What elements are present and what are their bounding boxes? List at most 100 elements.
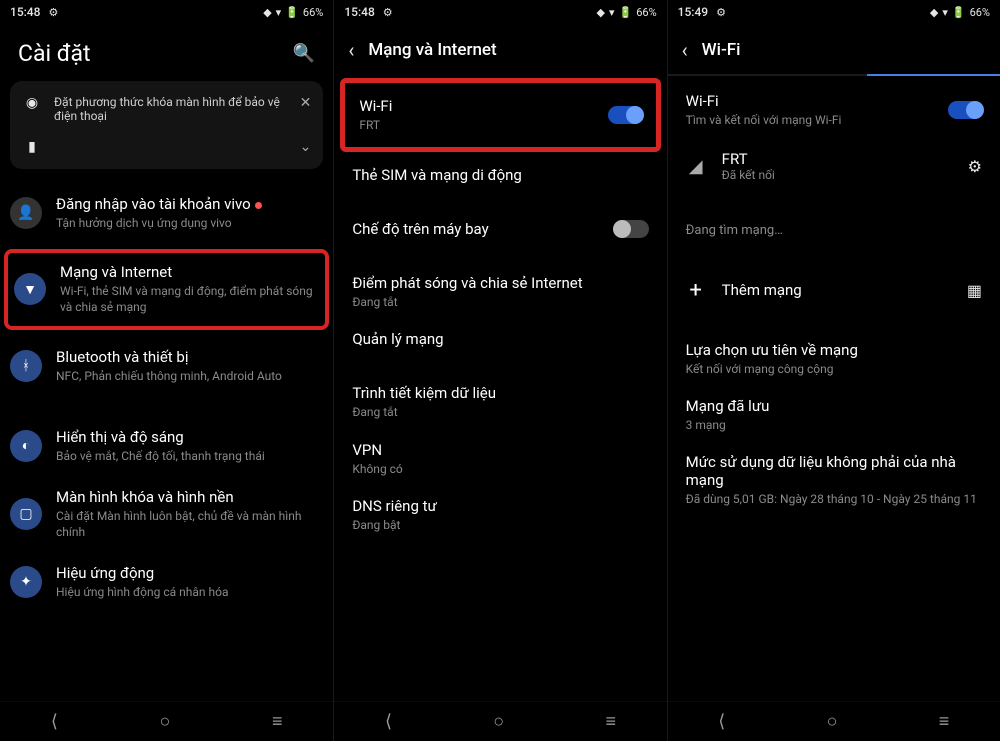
wifi-network-row[interactable]: ◢ FRT Đã kết nối ⚙ [668,138,1000,194]
vpn-title: VPN [352,441,648,459]
data-usage-row[interactable]: Mức sử dụng dữ liệu không phải của nhà m… [668,443,1000,517]
gear-icon[interactable]: ⚙ [968,157,982,176]
saved-sub: 3 mạng [686,417,982,433]
status-right: ◆ ▾ 🔋 66% [930,6,990,19]
close-icon[interactable]: ✕ [300,95,312,111]
display-item[interactable]: ◐ Hiển thị và độ sáng Bảo vệ mắt, Chế độ… [0,416,333,476]
network-icon: ◆ [597,6,605,19]
nav-bar: ⟨ ○ ≡ [334,701,666,741]
scan-progress [668,74,1000,76]
notification-dot [255,202,262,209]
security-card: ◉ Đặt phương thức khóa màn hình để bảo v… [10,81,323,169]
hotspot-row[interactable]: Điểm phát sóng và chia sẻ Internet Đang … [334,264,666,320]
network-icon: ◆ [930,6,938,19]
saved-networks-row[interactable]: Mạng đã lưu 3 mạng [668,387,1000,443]
nav-recent-icon[interactable]: ≡ [272,711,283,732]
airplane-row[interactable]: Chế độ trên máy bay [334,210,666,248]
lockscreen-icon: ▢ [10,498,42,530]
battery-icon: 🔋 [952,6,966,19]
qr-icon[interactable]: ▦ [967,281,982,300]
card-lock-row[interactable]: ◉ Đặt phương thức khóa màn hình để bảo v… [22,95,311,123]
card-lock-text: Đặt phương thức khóa màn hình để bảo vệ … [54,95,288,123]
bluetooth-icon: ᚼ [10,350,42,382]
wifi-row[interactable]: Wi-Fi FRT [340,78,660,152]
effects-icon: ✦ [10,566,42,598]
screen-header: ‹ Wi-Fi [668,24,1000,74]
network-internet-item[interactable]: ▼ Mạng và Internet Wi-Fi, thẻ SIM và mạn… [4,249,329,329]
wifi-network-status: Đã kết nối [722,168,952,182]
settings-content: Cài đặt 🔍 ◉ Đặt phương thức khóa màn hìn… [0,24,333,701]
wifi-content: ‹ Wi-Fi Wi-Fi Tìm và kết nối với mạng Wi… [668,24,1000,701]
wifi-toggle[interactable] [608,106,642,124]
nav-back-icon[interactable]: ⟨ [51,711,58,732]
bt-sub: NFC, Phản chiếu thông minh, Android Auto [56,368,319,384]
airplane-toggle[interactable] [615,220,649,238]
page-title: Mạng và Internet [368,40,496,60]
account-sub: Tận hưởng dịch vụ ứng dụng vivo [56,215,319,231]
battery-pct: 66% [303,6,323,19]
lockscreen-item[interactable]: ▢ Màn hình khóa và hình nền Cài đặt Màn … [0,476,333,552]
add-network-row[interactable]: + Thêm mạng ▦ [668,266,1000,315]
wifi-sub: FRT [359,117,607,133]
status-bar: 15:48 ⚙ ◆ ▾ 🔋 66% [0,0,333,24]
wifi-main-toggle[interactable] [948,101,982,119]
status-time: 15:48 [344,5,374,19]
screen-header: ‹ Mạng và Internet [334,24,666,74]
nav-back-icon[interactable]: ⟨ [385,711,392,732]
wifi-main-row[interactable]: Wi-Fi Tìm và kết nối với mạng Wi-Fi [668,76,1000,138]
search-icon[interactable]: 🔍 [293,43,315,64]
nav-recent-icon[interactable]: ≡ [939,711,950,732]
scanning-text: Đang tìm mạng… [686,222,982,240]
status-bar: 15:49 ⚙ ◆ ▾ 🔋 66% [668,0,1000,24]
nav-bar: ⟨ ○ ≡ [668,701,1000,741]
wifi-signal-icon: ◢ [686,156,706,177]
vpn-row[interactable]: VPN Không có [334,431,666,487]
lockscreen-sub: Cài đặt Màn hình luôn bật, chủ đề và màn… [56,508,319,540]
card-vibrate-row[interactable]: ▮ ⌄ [22,139,311,155]
account-icon: 👤 [10,197,42,229]
page-title: Cài đặt [18,40,91,67]
nav-recent-icon[interactable]: ≡ [605,711,616,732]
vpn-sub: Không có [352,461,648,477]
manage-title: Quản lý mạng [352,330,648,348]
status-right: ◆ ▾ 🔋 66% [597,6,657,19]
wifi-main-title: Wi-Fi [686,92,948,110]
status-right: ◆ ▾ 🔋 66% [263,6,323,19]
vivo-account-item[interactable]: 👤 Đăng nhập vào tài khoản vivo Tận hưởng… [0,183,333,243]
chevron-down-icon: ⌄ [300,139,312,155]
page-title: Wi-Fi [702,40,741,60]
saver-sub: Đang tắt [352,404,648,420]
back-icon[interactable]: ‹ [682,38,688,62]
display-title: Hiển thị và độ sáng [56,428,319,446]
lock-icon: ◉ [22,95,42,111]
network-pref-row[interactable]: Lựa chọn ưu tiên về mạng Kết nối với mạn… [668,331,1000,387]
plus-icon: + [686,278,706,303]
nav-home-icon[interactable]: ○ [493,711,504,732]
network-sub: Wi-Fi, thẻ SIM và mạng di động, điểm phá… [60,283,315,315]
bt-title: Bluetooth và thiết bị [56,348,319,366]
dns-row[interactable]: DNS riêng tư Đang bật [334,487,666,543]
battery-pct: 66% [636,6,656,19]
status-bar: 15:48 ⚙ ◆ ▾ 🔋 66% [334,0,666,24]
saver-row[interactable]: Trình tiết kiệm dữ liệu Đang tắt [334,374,666,430]
saver-title: Trình tiết kiệm dữ liệu [352,384,648,402]
status-time: 15:49 [678,5,708,19]
manage-row[interactable]: Quản lý mạng [334,320,666,358]
nav-bar: ⟨ ○ ≡ [0,701,333,741]
effects-item[interactable]: ✦ Hiệu ứng động Hiệu ứng hình động cá nh… [0,552,333,612]
back-icon[interactable]: ‹ [348,38,354,62]
hotspot-sub: Đang tắt [352,294,648,310]
nav-home-icon[interactable]: ○ [159,711,170,732]
nav-home-icon[interactable]: ○ [827,711,838,732]
wifi-network-name: FRT [722,150,952,168]
network-icon: ◆ [263,6,271,19]
battery-pct: 66% [970,6,990,19]
dns-sub: Đang bật [352,517,648,533]
battery-icon: 🔋 [285,6,299,19]
network-content: ‹ Mạng và Internet Wi-Fi FRT Thẻ SIM và … [334,24,666,701]
nav-back-icon[interactable]: ⟨ [718,711,725,732]
sim-row[interactable]: Thẻ SIM và mạng di động [334,156,666,194]
bluetooth-item[interactable]: ᚼ Bluetooth và thiết bị NFC, Phản chiếu … [0,336,333,396]
wifi-icon: ▾ [942,6,948,19]
usage-sub: Đã dùng 5,01 GB: Ngày 28 tháng 10 - Ngày… [686,491,982,507]
